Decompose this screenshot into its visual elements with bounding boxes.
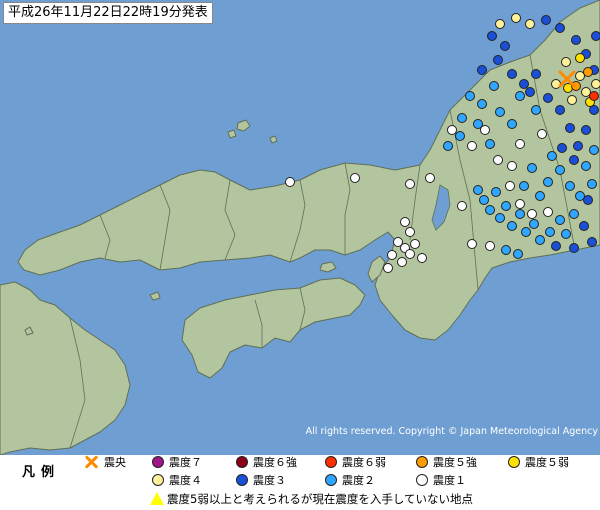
legend-label: 震度６強 — [253, 456, 297, 469]
shindo-1-dot-icon — [416, 474, 428, 486]
shindo-7-dot-icon — [152, 456, 164, 468]
legend-label: 震度７ — [169, 456, 202, 469]
page: 平成26年11月22日22時19分発表 All rights reserved.… — [0, 0, 600, 510]
legend-label: 震度４ — [169, 474, 202, 487]
legend-label: 震度３ — [253, 474, 286, 487]
shindo-3-dot-icon — [236, 474, 248, 486]
shindo-6minus-dot-icon — [325, 456, 337, 468]
legend-label: 震度６弱 — [342, 456, 386, 469]
shindo-6plus-dot-icon — [236, 456, 248, 468]
epicenter-icon — [84, 455, 98, 469]
shindo-2-dot-icon — [325, 474, 337, 486]
legend-triangle-label: 震度5弱以上と考えられるが現在震度を入手していない地点 — [167, 492, 473, 506]
legend-title: 凡例 — [22, 465, 61, 480]
legend-epicenter-label: 震央 — [104, 456, 126, 469]
legend-panel: 凡例 震央 震度７ 震度６強 震度６弱 震度５強 震度５弱 震度４ 震度３ 震度… — [0, 455, 600, 510]
triangle-icon — [150, 492, 164, 505]
copyright-notice: All rights reserved. Copyright © Japan M… — [305, 426, 598, 437]
shindo-5plus-dot-icon — [416, 456, 428, 468]
shindo-6minus-markers — [589, 91, 599, 101]
legend-label: 震度１ — [433, 474, 466, 487]
legend-label: 震度５強 — [433, 456, 477, 469]
legend-label: 震度２ — [342, 474, 375, 487]
announcement-title: 平成26年11月22日22時19分発表 — [3, 2, 213, 24]
intensity-map — [0, 0, 600, 455]
legend-label: 震度５弱 — [525, 456, 569, 469]
shindo-5minus-dot-icon — [508, 456, 520, 468]
shindo-4-dot-icon — [152, 474, 164, 486]
